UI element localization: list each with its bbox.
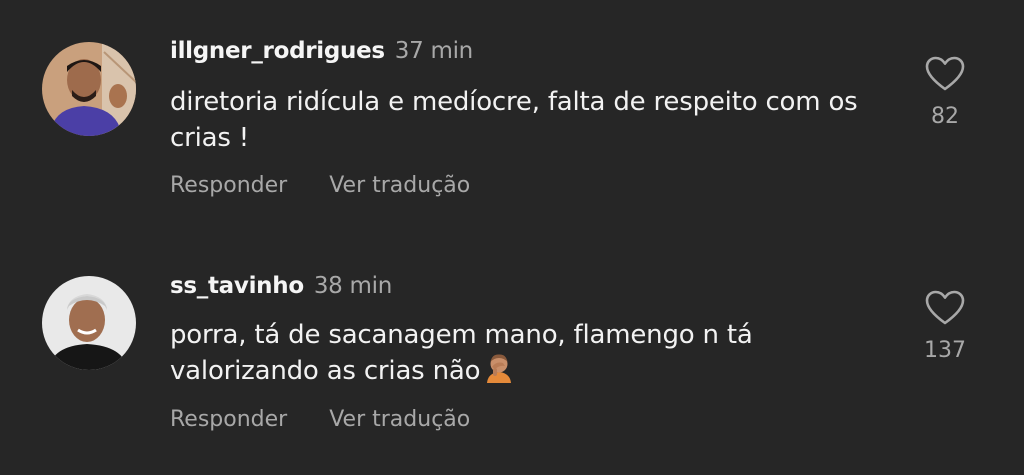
comment-text: porra, tá de sacanagem mano, flamengo n … [170,317,890,389]
user-photo-icon [42,276,136,370]
comment-text: diretoria ridícula e medíocre, falta de … [170,87,858,153]
comment-actions: Responder Ver tradução [170,173,470,198]
heart-icon[interactable] [925,290,965,326]
comment-timestamp: 37 min [394,38,473,64]
comment-username[interactable]: ss_tavinho 38 min [170,273,392,299]
like-count: 137 [924,338,966,363]
comment-actions: Responder Ver tradução [170,407,470,432]
comment-item: illgner_rodrigues 37 min diretoria ridícu… [0,0,1024,237]
username-text[interactable]: illgner_rodrigues [170,38,385,64]
person-facepalming-icon [487,354,512,383]
like-control: 82 [916,56,974,129]
see-translation-button[interactable]: Ver tradução [329,173,470,198]
reply-button[interactable]: Responder [170,173,287,198]
like-count: 82 [931,104,959,129]
username-text[interactable]: ss_tavinho [170,273,304,299]
heart-icon[interactable] [925,56,965,92]
comment-text-body: porra, tá de sacanagem mano, flamengo n … [170,320,753,386]
comment-timestamp: 38 min [313,273,392,299]
user-photo-icon [42,42,136,136]
see-translation-button[interactable]: Ver tradução [329,407,470,432]
avatar[interactable] [42,276,136,370]
avatar[interactable] [42,42,136,136]
comment-item: ss_tavinho 38 min porra, tá de sacanagem … [0,237,1024,475]
like-control: 137 [916,290,974,363]
comment-username[interactable]: illgner_rodrigues 37 min [170,38,473,64]
reply-button[interactable]: Responder [170,407,287,432]
